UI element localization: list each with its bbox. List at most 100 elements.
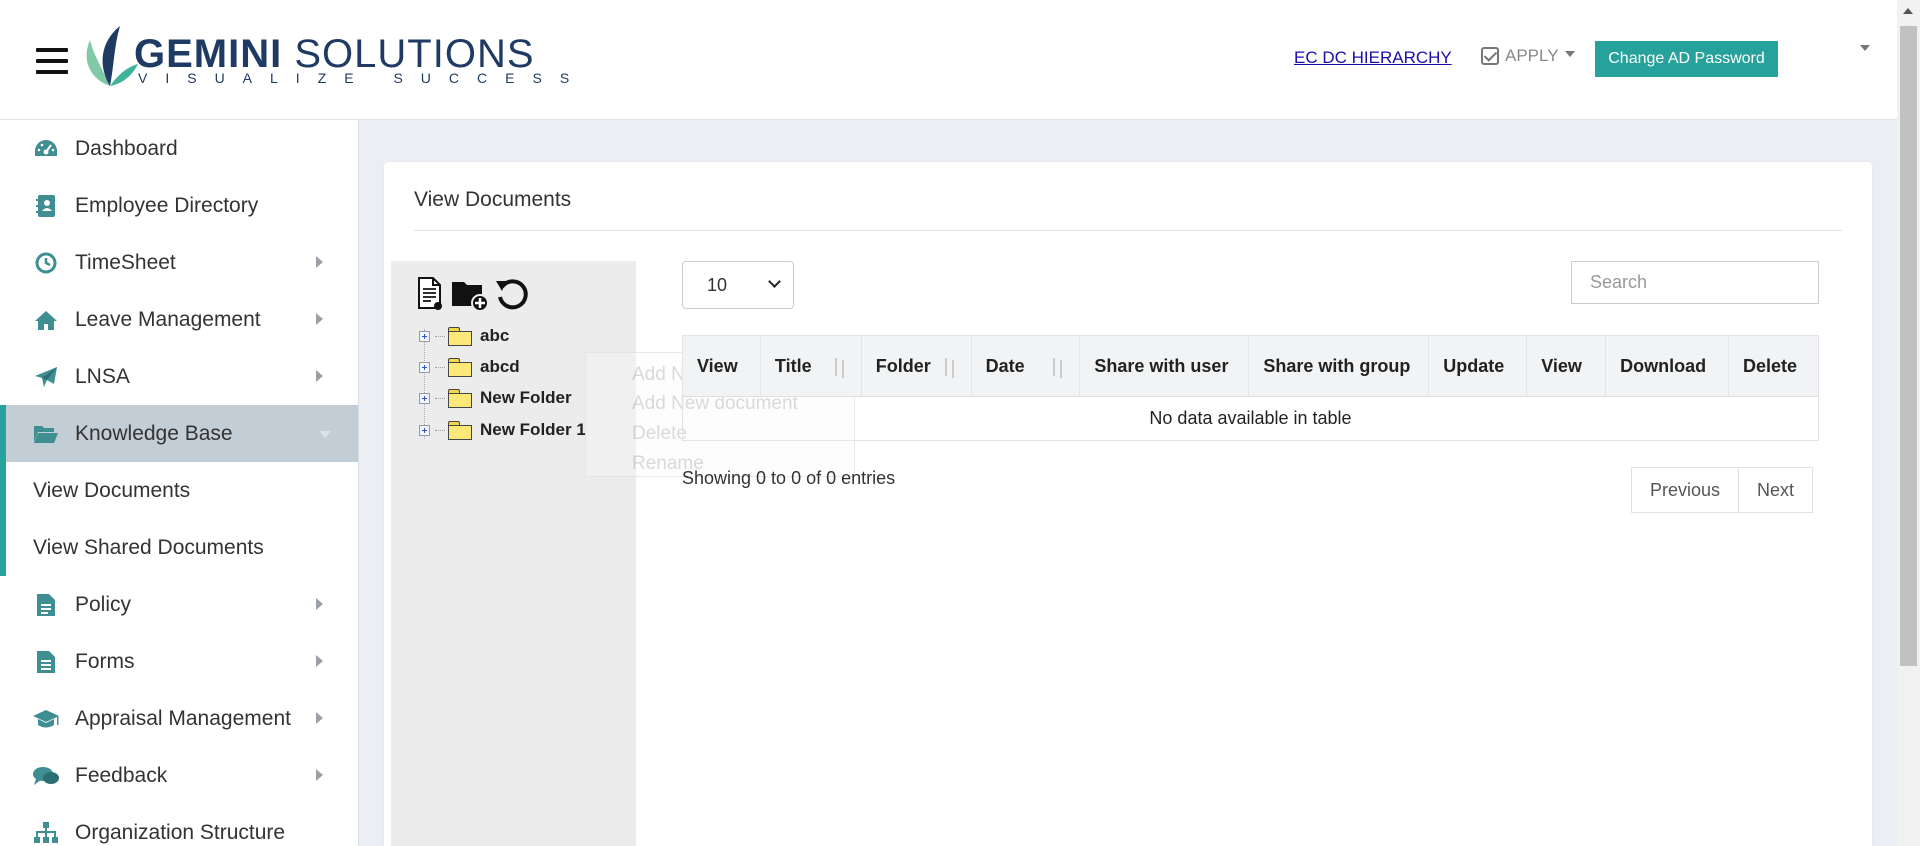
sidebar-item-label: LNSA xyxy=(75,364,130,388)
sidebar-item-leave-management[interactable]: Leave Management xyxy=(0,291,358,348)
title-divider xyxy=(414,230,1842,231)
tree-folder-new-folder-1[interactable]: New Folder 1 xyxy=(419,416,586,444)
empty-table-message: No data available in table xyxy=(682,396,1819,441)
chevron-right-icon xyxy=(316,256,323,268)
apply-label: APPLY xyxy=(1505,46,1559,65)
chevron-right-icon xyxy=(316,712,323,724)
chevron-right-icon xyxy=(316,598,323,610)
sort-icon xyxy=(831,358,849,378)
sidebar-item-forms[interactable]: Forms xyxy=(0,633,358,690)
col-download[interactable]: Download xyxy=(1605,335,1730,397)
menu-toggle-icon[interactable] xyxy=(36,48,68,76)
sidebar-item-timesheet[interactable]: TimeSheet xyxy=(0,234,358,291)
sidebar-item-label: Organization Structure xyxy=(75,820,286,844)
tree-folder-abc[interactable]: abc xyxy=(419,322,509,350)
tree-folder-abcd[interactable]: abcd xyxy=(419,353,520,381)
tree-folder-new-folder[interactable]: New Folder xyxy=(419,384,572,412)
folder-icon xyxy=(448,389,472,408)
expand-icon[interactable] xyxy=(419,330,430,342)
sidebar-item-feedback[interactable]: Feedback xyxy=(0,747,358,804)
col-update[interactable]: Update xyxy=(1428,335,1528,397)
folder-tree-panel: abc abcd New Folder New Folder 1 xyxy=(391,261,636,846)
document-icon xyxy=(32,593,60,617)
sidebar-item-label: Appraisal Management xyxy=(75,706,291,730)
expand-icon[interactable] xyxy=(419,424,430,436)
sidebar-subitem-view-documents[interactable]: View Documents xyxy=(0,462,358,519)
form-icon xyxy=(32,650,60,674)
add-folder-icon[interactable] xyxy=(450,276,490,312)
folder-open-icon xyxy=(32,422,60,446)
chevron-right-icon xyxy=(316,313,323,325)
paper-plane-icon xyxy=(32,365,60,389)
check-square-icon xyxy=(1481,47,1499,65)
table-row: No data available in table xyxy=(682,396,1819,441)
search-input[interactable] xyxy=(1571,261,1819,304)
expand-icon[interactable] xyxy=(419,392,430,404)
sidebar-item-policy[interactable]: Policy xyxy=(0,576,358,633)
sidebar-item-appraisal-management[interactable]: Appraisal Management xyxy=(0,690,358,747)
user-menu-caret-icon[interactable] xyxy=(1860,45,1870,51)
apply-dropdown[interactable]: APPLY xyxy=(1481,46,1575,66)
tree-toolbar xyxy=(416,275,532,313)
sidebar: Dashboard Employee Directory TimeSheet L… xyxy=(0,120,359,846)
col-share-with-group[interactable]: Share with group xyxy=(1248,335,1430,397)
sidebar-subitem-view-shared-documents[interactable]: View Shared Documents xyxy=(0,519,358,576)
col-date[interactable]: Date xyxy=(970,335,1081,397)
folder-icon xyxy=(448,327,472,346)
folder-icon xyxy=(448,358,472,377)
sidebar-item-label: TimeSheet xyxy=(75,250,176,274)
pagination: Previous Next xyxy=(1631,467,1814,513)
folder-icon xyxy=(448,421,472,440)
scrollbar-thumb[interactable] xyxy=(1900,26,1917,666)
col-view-2[interactable]: View xyxy=(1526,335,1607,397)
home-icon xyxy=(32,308,60,332)
page-length-value: 10 xyxy=(707,274,728,295)
chevron-down-icon xyxy=(319,431,331,438)
clock-icon xyxy=(32,251,60,275)
previous-page-button[interactable]: Previous xyxy=(1631,467,1740,513)
scroll-up-icon[interactable] xyxy=(1903,8,1913,14)
chevron-right-icon xyxy=(316,769,323,781)
context-delete[interactable]: Delete xyxy=(632,423,687,445)
logo-leaf-icon xyxy=(86,26,138,86)
page-scrollbar[interactable] xyxy=(1897,0,1920,846)
sidebar-item-label: Policy xyxy=(75,592,132,616)
sidebar-item-lnsa[interactable]: LNSA xyxy=(0,348,358,405)
sidebar-item-knowledge-base[interactable]: Knowledge Base xyxy=(0,405,358,462)
tree-folder-label: abcd xyxy=(480,357,520,376)
sidebar-item-dashboard[interactable]: Dashboard xyxy=(0,120,358,177)
add-document-icon[interactable] xyxy=(416,276,446,312)
page-length-select[interactable]: 10 xyxy=(682,261,794,309)
tree-folder-label: New Folder xyxy=(480,388,572,407)
next-page-button[interactable]: Next xyxy=(1739,467,1814,513)
dashboard-icon xyxy=(32,137,60,161)
sidebar-item-label: Feedback xyxy=(75,763,168,787)
sitemap-icon xyxy=(32,821,60,845)
sidebar-item-label: Leave Management xyxy=(75,307,261,331)
ec-dc-hierarchy-link[interactable]: EC DC HIERARCHY xyxy=(1294,48,1452,68)
col-view[interactable]: View xyxy=(682,335,761,397)
sidebar-item-employee-directory[interactable]: Employee Directory xyxy=(0,177,358,234)
col-share-with-user[interactable]: Share with user xyxy=(1079,335,1250,397)
logo-tagline: VISUALIZE SUCCESS xyxy=(138,70,588,86)
company-logo[interactable]: GEMINI SOLUTIONS VISUALIZE SUCCESS xyxy=(80,20,580,90)
expand-icon[interactable] xyxy=(419,361,430,373)
sidebar-item-label: Knowledge Base xyxy=(75,421,233,445)
sort-icon xyxy=(1049,358,1067,378)
col-delete[interactable]: Delete xyxy=(1728,335,1819,397)
chevron-down-icon xyxy=(768,275,781,288)
table-info: Showing 0 to 0 of 0 entries xyxy=(682,468,896,488)
tree-folder-label: abc xyxy=(480,326,510,345)
refresh-icon[interactable] xyxy=(494,275,532,313)
sidebar-item-label: Employee Directory xyxy=(75,193,259,217)
col-title[interactable]: Title xyxy=(759,335,862,397)
documents-table: View Title Folder Date Share with user S… xyxy=(682,335,1819,441)
change-ad-password-button[interactable]: Change AD Password xyxy=(1595,41,1778,77)
page-title: View Documents xyxy=(414,188,572,211)
chevron-right-icon xyxy=(316,370,323,382)
col-folder[interactable]: Folder xyxy=(860,335,972,397)
address-book-icon xyxy=(32,194,60,218)
sidebar-item-organization-structure[interactable]: Organization Structure xyxy=(0,804,358,846)
graduation-cap-icon xyxy=(32,707,60,731)
comments-icon xyxy=(32,764,60,788)
